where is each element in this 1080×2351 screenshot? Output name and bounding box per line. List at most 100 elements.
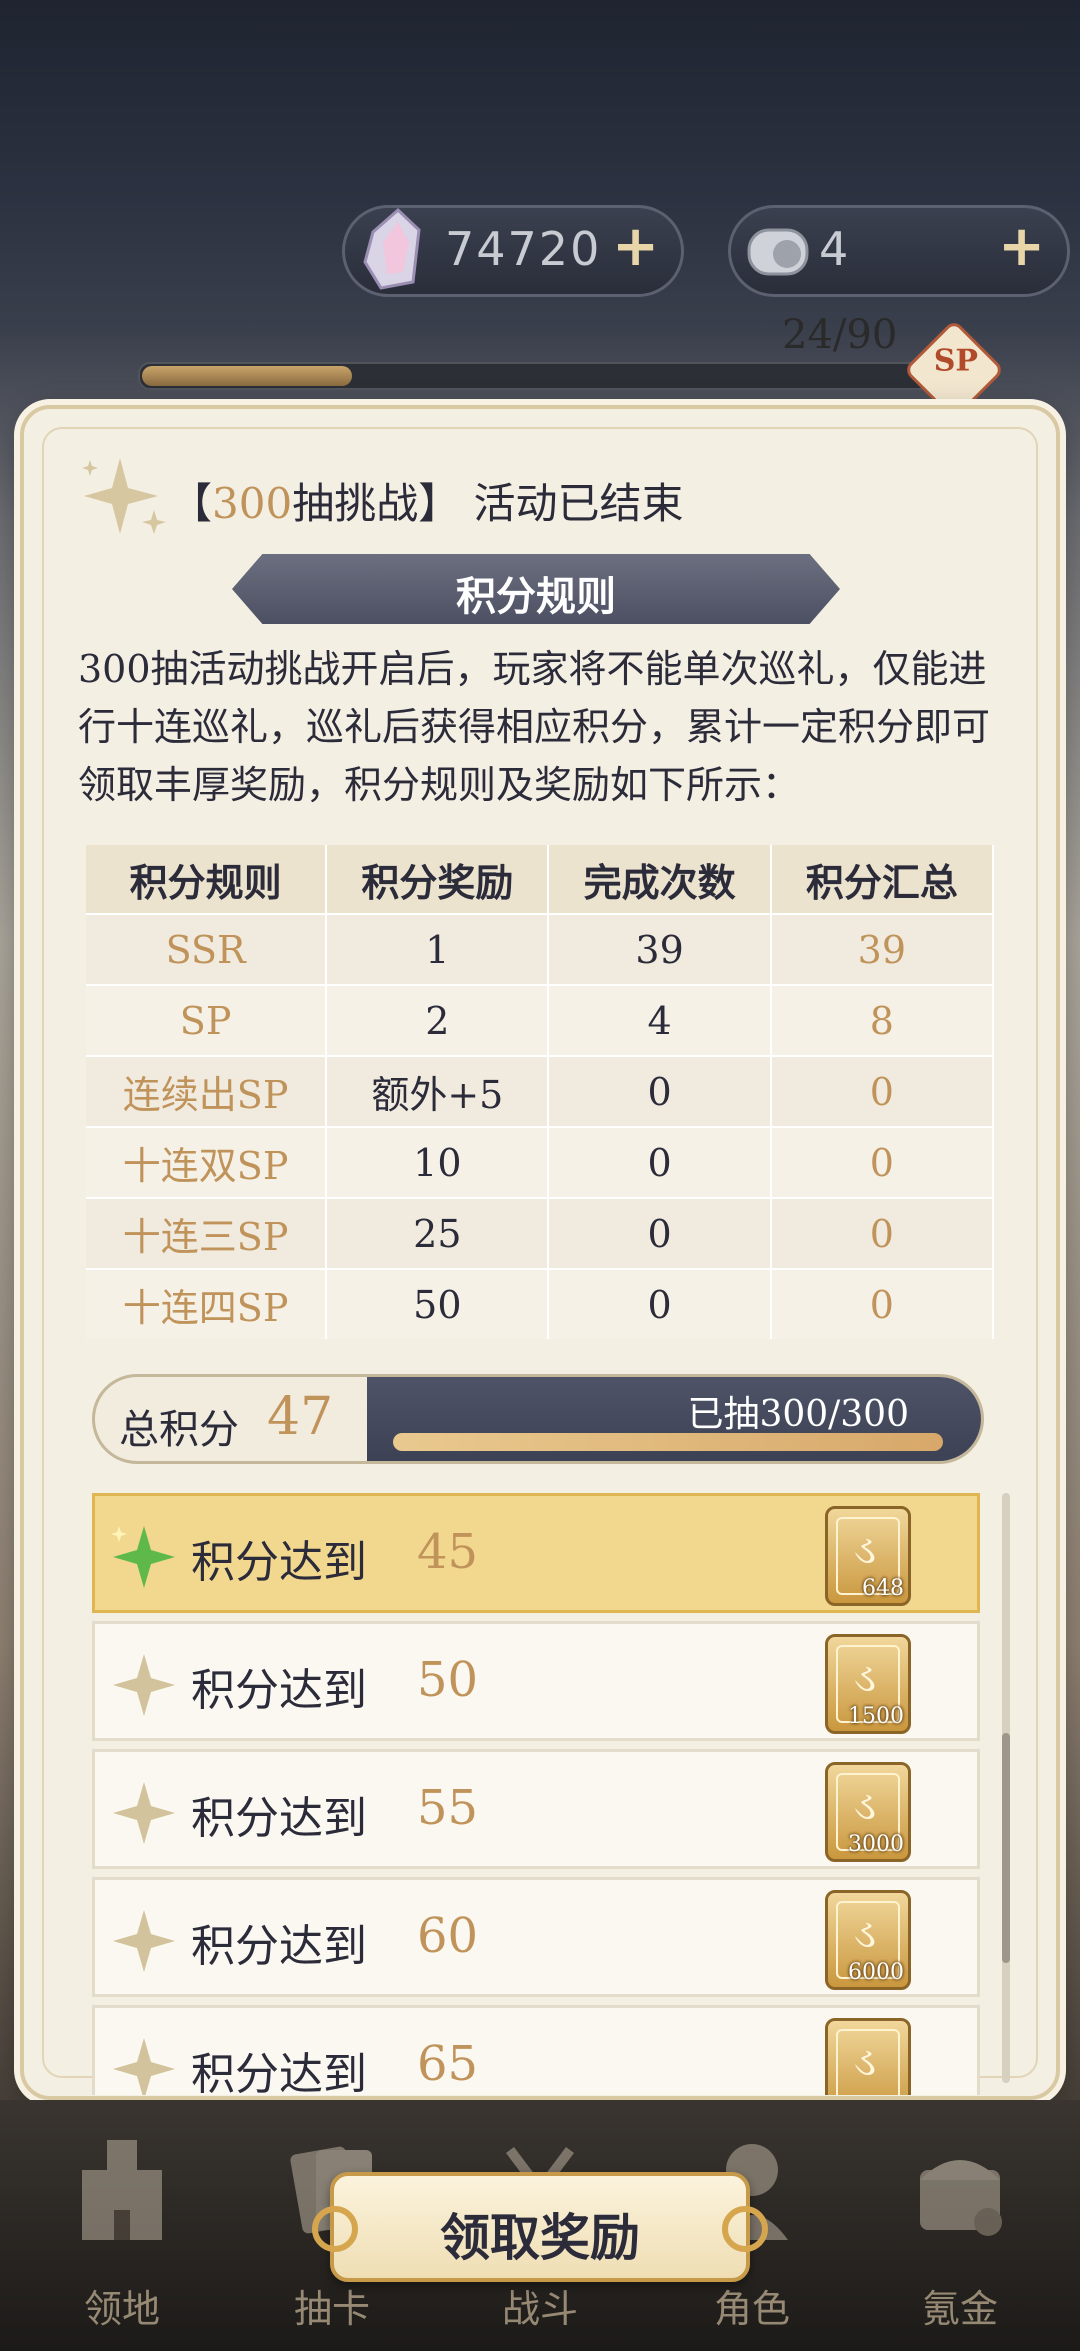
castle-icon (82, 2140, 162, 2240)
rule-name: 十连三SP (86, 1197, 328, 1269)
nav-label: 抽卡 (293, 2287, 370, 2331)
rule-name: SP (86, 984, 328, 1056)
rule-total: 39 (770, 913, 995, 985)
reward-list[interactable]: 积分达到 45 ડ 648 积分达到 50 ડ 1500 积分达到 55 ડ 3000… (92, 1493, 982, 2095)
reward-quantity: 3000 (848, 1832, 904, 1857)
nav-label: 战斗 (501, 2287, 578, 2331)
rule-points: 2 (326, 984, 550, 1056)
rule-name: 十连四SP (86, 1268, 328, 1339)
sparkle-icon (113, 1654, 175, 1716)
table-header-cell: 积分奖励 (326, 845, 550, 914)
list-item[interactable]: 积分达到 50 ડ 1500 (92, 1621, 980, 1741)
pity-progress-bar (138, 362, 932, 390)
reward-label: 积分达到 (191, 1665, 367, 1716)
claim-reward-button[interactable]: 领取奖励 (312, 2172, 768, 2282)
draw-count-text: 已抽300/300 (687, 1394, 909, 1435)
sparkle-icon (111, 1526, 175, 1588)
draw-progress-fill (393, 1433, 943, 1451)
crystal-icon (363, 207, 421, 290)
rule-name: 十连双SP (86, 1126, 328, 1198)
rule-count: 0 (548, 1268, 772, 1339)
sparkle-icon (113, 2038, 175, 2095)
reward-card-icon[interactable]: ડ 648 (825, 1506, 911, 1606)
list-item[interactable]: 积分达到 55 ડ 3000 (92, 1749, 980, 1869)
table-header-row: 积分规则 积分奖励 完成次数 积分汇总 (86, 845, 995, 914)
total-score-label: 总积分 (119, 1407, 239, 1453)
table-header-cell: 积分汇总 (770, 845, 995, 914)
rule-name: SSR (86, 913, 328, 985)
rule-total: 8 (770, 984, 995, 1056)
reward-target: 45 (417, 1524, 479, 1580)
rule-total: 0 (770, 1197, 995, 1269)
reward-target: 65 (417, 2036, 479, 2092)
add-ticket-button[interactable]: + (998, 214, 1045, 279)
reward-label: 积分达到 (191, 1921, 367, 1972)
rule-points: 50 (326, 1268, 550, 1339)
table-row: 十连三SP 25 0 0 (86, 1197, 995, 1269)
list-item[interactable]: 积分达到 60 ડ 6000 (92, 1877, 980, 1997)
scroll-ticket-icon (747, 228, 809, 276)
nav-label: 氪金 (921, 2287, 998, 2331)
treasure-chest-icon (920, 2160, 1002, 2236)
rule-points: 25 (326, 1197, 550, 1269)
rule-points: 10 (326, 1126, 550, 1198)
reward-label: 积分达到 (191, 1793, 367, 1844)
scroll-thumb[interactable] (1002, 1733, 1010, 1963)
rule-count: 39 (548, 913, 772, 985)
ticket-amount: 4 (819, 222, 851, 276)
table-row: 十连双SP 10 0 0 (86, 1126, 995, 1198)
sparkle-icon (113, 1782, 175, 1844)
reward-label: 积分达到 (191, 2049, 367, 2095)
reward-target: 50 (417, 1652, 479, 1708)
reward-quantity: 1500 (848, 1704, 904, 1729)
total-score-value: 47 (267, 1387, 334, 1447)
reward-card-icon[interactable]: ડ 6000 (825, 1890, 911, 1990)
score-rules-table: 积分规则 积分奖励 完成次数 积分汇总 SSR 1 39 39 SP 2 4 8… (86, 845, 995, 1339)
reward-card-icon[interactable]: ડ 1500 (825, 1634, 911, 1734)
rule-total: 0 (770, 1126, 995, 1198)
crystal-currency: 74720 + (342, 205, 684, 297)
rule-title: 积分规则 (456, 573, 616, 620)
reward-target: 60 (417, 1908, 479, 1964)
pity-progress-fill (142, 366, 352, 386)
add-crystal-button[interactable]: + (612, 214, 659, 279)
reward-card-icon[interactable]: ડ 3000 (825, 1762, 911, 1862)
table-header-cell: 完成次数 (548, 845, 772, 914)
rule-count: 0 (548, 1055, 772, 1127)
rule-points: 1 (326, 913, 550, 985)
draw-progress-bar (393, 1433, 943, 1451)
reward-quantity: 6000 (848, 1960, 904, 1985)
reward-label: 积分达到 (191, 1537, 367, 1588)
table-row: 连续出SP 额外+5 0 0 (86, 1055, 995, 1127)
ticket-currency: 4 + (728, 205, 1070, 297)
sparkle-icon (82, 458, 166, 534)
nav-label: 角色 (713, 2287, 790, 2331)
nav-item-territory[interactable]: 领地 (42, 2130, 202, 2331)
table-row: SSR 1 39 39 (86, 913, 995, 985)
total-score-bar: 总积分 47 已抽300/300 (92, 1374, 984, 1464)
rule-count: 0 (548, 1197, 772, 1269)
nav-label: 领地 (83, 2287, 160, 2331)
list-item[interactable]: 积分达到 45 ડ 648 (92, 1493, 980, 1613)
list-item[interactable]: 积分达到 65 ડ (92, 2005, 980, 2095)
rule-total: 0 (770, 1055, 995, 1127)
table-row: 十连四SP 50 0 0 (86, 1268, 995, 1339)
rule-count: 0 (548, 1126, 772, 1198)
table-header-cell: 积分规则 (86, 845, 328, 914)
nav-item-shop[interactable]: 氪金 (880, 2130, 1040, 2331)
rule-title-banner: 积分规则 (232, 554, 840, 624)
pity-count: 24/90 (782, 312, 898, 358)
reward-list-scrollbar[interactable] (1002, 1493, 1010, 2083)
event-status: 【300抽挑战】 活动已结束 (170, 479, 684, 528)
rule-name: 连续出SP (86, 1055, 328, 1127)
rule-total: 0 (770, 1268, 995, 1339)
sparkle-icon (113, 1910, 175, 1972)
rule-description: 300抽活动挑战开启后，玩家将不能单次巡礼，仅能进行十连巡礼，巡礼后获得相应积分… (78, 647, 991, 807)
reward-card-icon[interactable]: ડ (825, 2018, 911, 2095)
claim-reward-label: 领取奖励 (440, 2208, 640, 2267)
rule-count: 4 (548, 984, 772, 1056)
rule-points: 额外+5 (326, 1055, 550, 1127)
crystal-amount: 74720 (445, 222, 602, 276)
reward-target: 55 (417, 1780, 479, 1836)
reward-quantity: 648 (862, 1576, 904, 1601)
